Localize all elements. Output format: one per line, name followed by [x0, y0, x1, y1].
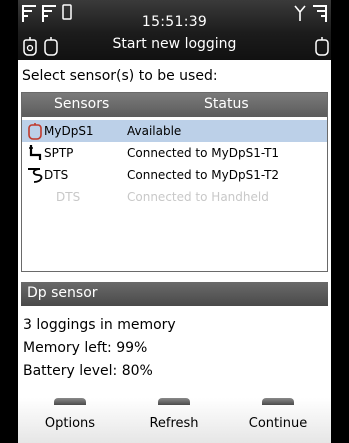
sensor-row[interactable]: MyDpS1 Available: [22, 120, 327, 142]
sensor-status: Connected to MyDpS1-T1: [127, 146, 280, 160]
sensor-status: Connected to MyDpS1-T2: [127, 168, 280, 182]
clock: 15:51:39: [141, 14, 208, 30]
info-header: Dp sensor: [21, 282, 328, 306]
screen-title: Start new logging: [112, 36, 237, 52]
softkey-tab: [54, 398, 86, 405]
sensor-name: SPTP: [44, 146, 74, 160]
continue-button[interactable]: Continue: [226, 398, 330, 443]
sensor-name: DTS: [44, 168, 69, 182]
status-bar: 15:51:39 Start new logging: [18, 0, 331, 60]
column-header-status: Status: [204, 96, 249, 112]
sensor-row[interactable]: DTS Connected to Handheld: [22, 186, 327, 208]
sensor-name: MyDpS1: [44, 124, 94, 138]
info-memory-left: Memory left: 99%: [23, 340, 148, 356]
sensor-status: Connected to Handheld: [127, 190, 269, 204]
softkey-bar: Options Refresh Continue: [18, 398, 331, 443]
prompt-text: Select sensor(s) to be used:: [22, 68, 218, 84]
softkey-tab: [158, 398, 190, 405]
info-logging-count: 3 loggings in memory: [23, 317, 176, 333]
sensor-name: DTS: [56, 190, 81, 204]
sensor-status: Available: [127, 124, 182, 138]
softkey-tab: [262, 398, 294, 405]
continue-label: Continue: [248, 416, 308, 431]
refresh-label: Refresh: [149, 416, 199, 431]
info-battery-level: Battery level: 80%: [23, 363, 153, 379]
column-header-sensors: Sensors: [54, 96, 110, 112]
device-frame: 15:51:39 Start new logging Select sensor…: [0, 0, 349, 443]
table-header: Sensors Status: [22, 93, 327, 117]
options-button[interactable]: Options: [18, 398, 122, 443]
options-label: Options: [44, 416, 96, 431]
refresh-button[interactable]: Refresh: [122, 398, 226, 443]
info-header-title: Dp sensor: [27, 285, 98, 301]
sensor-row[interactable]: DTS Connected to MyDpS1-T2: [22, 164, 327, 186]
screen: 15:51:39 Start new logging Select sensor…: [18, 0, 331, 443]
sensor-table: Sensors Status MyDpS1 Available SPTP Con…: [21, 92, 328, 272]
sensor-row[interactable]: SPTP Connected to MyDpS1-T1: [22, 142, 327, 164]
